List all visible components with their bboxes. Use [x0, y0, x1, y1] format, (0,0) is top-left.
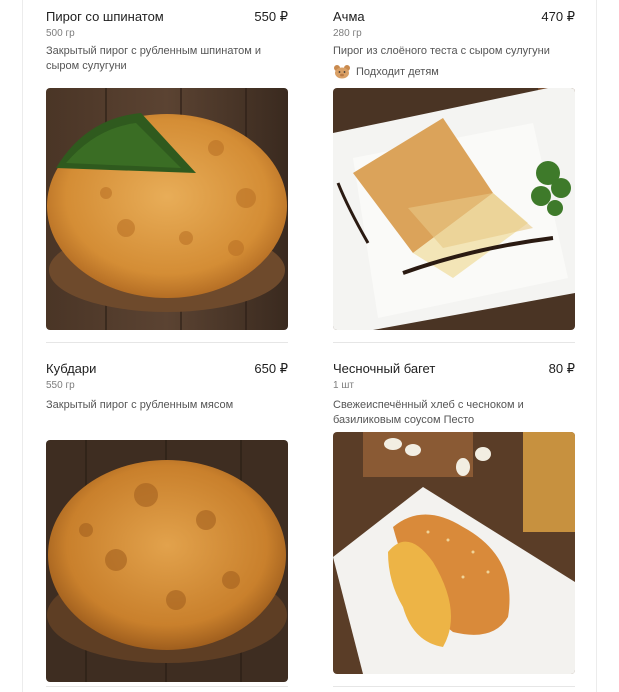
- card-divider: [46, 342, 288, 343]
- card-divider: [333, 686, 575, 687]
- item-name: Ачма: [333, 9, 365, 24]
- achma-photo[interactable]: [333, 88, 575, 330]
- item-name: Чесночный багет: [333, 361, 436, 376]
- item-price: 80 ₽: [548, 361, 575, 376]
- item-price: 650 ₽: [254, 361, 288, 376]
- kids-badge: Подходит детям: [333, 64, 439, 79]
- item-weight: 550 гр: [46, 380, 75, 391]
- item-name: Пирог со шпинатом: [46, 9, 164, 24]
- item-name: Кубдари: [46, 361, 97, 376]
- card-divider: [46, 686, 288, 687]
- teddy-bear-icon: [334, 65, 350, 79]
- spinach-pie-photo[interactable]: [46, 88, 288, 330]
- kubdari-photo[interactable]: [46, 440, 288, 682]
- item-price: 550 ₽: [254, 9, 288, 24]
- item-weight: 1 шт: [333, 380, 354, 391]
- item-description: Закрытый пирог с рубленным шпинатом и сы…: [46, 45, 262, 72]
- item-description: Свежеиспечённый хлеб с чесноком и базили…: [333, 399, 524, 426]
- garlic-baguette-photo[interactable]: [333, 432, 575, 674]
- card-divider: [333, 342, 575, 343]
- item-weight: 280 гр: [333, 28, 362, 39]
- item-price: 470 ₽: [541, 9, 575, 24]
- kids-badge-label: Подходит детям: [356, 65, 439, 78]
- item-description: Пирог из слоёного теста с сыром сулугуни: [333, 45, 550, 57]
- item-description: Закрытый пирог с рубленным мясом: [46, 399, 234, 411]
- item-weight: 500 гр: [46, 28, 75, 39]
